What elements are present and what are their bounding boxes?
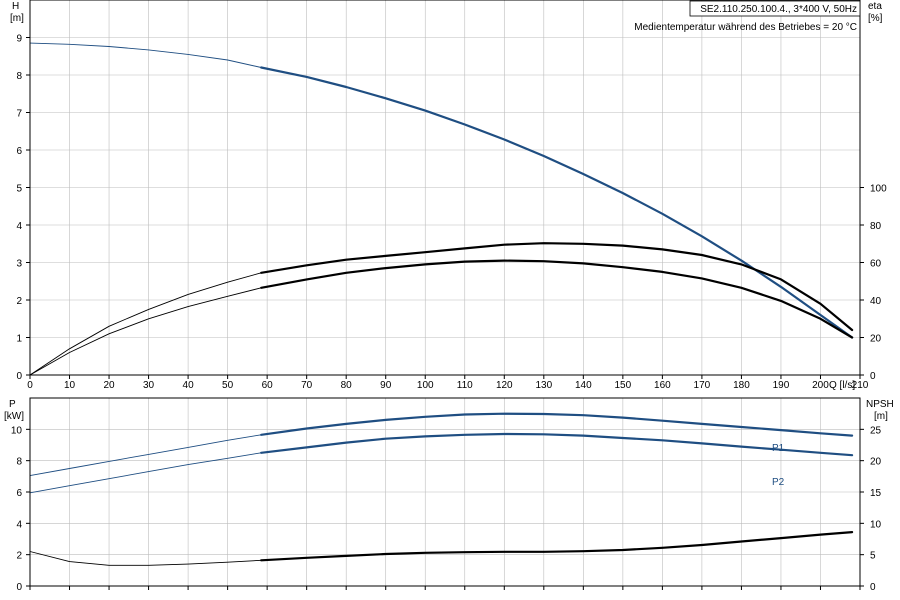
top-right-tick-label: 40 (870, 296, 882, 307)
x-tick-label: 120 (496, 380, 513, 391)
top-left-tick-label: 4 (16, 221, 22, 232)
grid-layer (30, 0, 861, 586)
x-tick-label: 30 (143, 380, 155, 391)
bottom-series-p2-operating-line (260, 432, 854, 457)
top-series-0-operating-line (260, 66, 854, 339)
top-right-tick-label: 80 (870, 221, 882, 232)
model-label: SE2.110.250.100.4., 3*400 V, 50Hz (700, 4, 857, 15)
curves-layer (29, 42, 854, 566)
bottom-left-tick-label: 4 (16, 519, 22, 530)
bottom-right-tick-label: 20 (870, 457, 882, 468)
top-left-tick-label: 0 (16, 371, 22, 382)
bottom-right-tick-label: 25 (870, 425, 882, 436)
bottom-left-tick-label: 8 (16, 457, 22, 468)
x-tick-label: 140 (575, 380, 592, 391)
top-right-axis-unit: [%] (868, 13, 883, 24)
x-tick-label: 180 (733, 380, 750, 391)
bottom-left-axis-unit: [kW] (4, 411, 24, 422)
x-tick-label: 60 (262, 380, 274, 391)
top-series-1-operating-line (260, 242, 854, 332)
axes-layer: 01234567890204060801000 10 20 30 40 50 60 70 80 9… (11, 0, 887, 593)
bottom-right-axis-unit: [m] (874, 411, 888, 422)
top-right-tick-label: 0 (870, 371, 876, 382)
x-tick-label: 10 (64, 380, 76, 391)
top-left-tick-label: 6 (16, 146, 22, 157)
top-left-axis-unit: [m] (10, 13, 24, 24)
x-tick-label: 40 (183, 380, 195, 391)
x-tick-label: 130 (535, 380, 552, 391)
top-right-tick-label: 100 (870, 184, 887, 195)
x-tick-label: 110 (457, 380, 473, 391)
x-tick-label: 200 (812, 380, 829, 391)
bottom-left-axis-label: P (9, 399, 16, 410)
series-label-p2: P2 (772, 477, 785, 488)
x-tick-label: 90 (380, 380, 392, 391)
chart-canvas: 01234567890204060801000 10 20 30 40 50 60 70 80 9… (4, 0, 894, 593)
top-series-2-thin-line (29, 260, 853, 376)
bottom-left-tick-label: 6 (16, 488, 22, 499)
x-tick-label: 80 (341, 380, 353, 391)
top-left-tick-label: 7 (16, 109, 22, 120)
x-tick-label: 170 (694, 380, 711, 391)
x-tick-label: 160 (654, 380, 671, 391)
bottom-right-tick-label: 10 (870, 519, 882, 530)
top-left-tick-label: 1 (16, 334, 22, 345)
top-left-tick-label: 3 (16, 259, 22, 270)
x-tick-label: 50 (222, 380, 234, 391)
x-tick-label: 70 (301, 380, 313, 391)
bottom-right-axis-label: NPSH (866, 399, 894, 410)
top-series-0-thin-line (29, 42, 853, 338)
bottom-series-2-thin-line (29, 531, 853, 566)
top-right-tick-label: 60 (870, 259, 882, 270)
top-left-tick-label: 5 (16, 184, 22, 195)
top-left-tick-label: 9 (16, 34, 22, 45)
x-tick-label: 0 (27, 380, 33, 391)
x-tick-label: 150 (615, 380, 632, 391)
top-right-axis-label: eta (868, 1, 882, 12)
bottom-series-2-operating-line (260, 531, 854, 562)
bottom-series-p1-operating-line (260, 412, 854, 437)
top-right-tick-label: 20 (870, 334, 882, 345)
bottom-right-tick-label: 0 (870, 582, 876, 593)
x-tick-label: 100 (417, 380, 434, 391)
x-axis-label: Q [l/s] (829, 380, 855, 391)
top-left-tick-label: 2 (16, 296, 22, 307)
bottom-left-tick-label: 2 (16, 551, 22, 562)
bottom-right-tick-label: 5 (870, 551, 876, 562)
medium-temperature-label: Medientemperatur während des Betriebes =… (634, 22, 857, 33)
x-tick-label: 20 (103, 380, 115, 391)
x-tick-label: 190 (773, 380, 790, 391)
bottom-series-p2-thin-line (29, 433, 853, 494)
bottom-right-tick-label: 15 (870, 488, 882, 499)
series-label-p1: P1 (772, 443, 785, 454)
bottom-left-tick-label: 10 (11, 425, 23, 436)
top-left-tick-label: 8 (16, 71, 22, 82)
top-left-axis-label: H (12, 1, 19, 12)
bottom-left-tick-label: 0 (16, 582, 22, 593)
